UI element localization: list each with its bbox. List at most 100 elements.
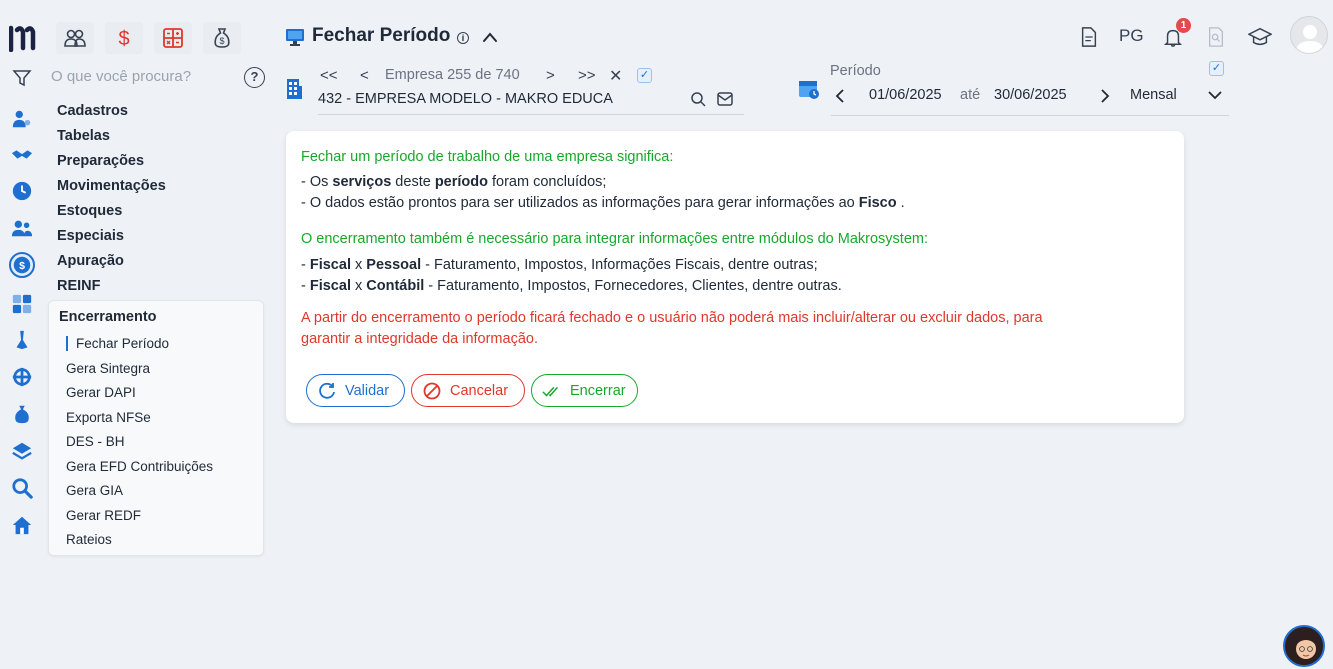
- graduation-cap-icon[interactable]: [1247, 25, 1273, 49]
- module-finance-button[interactable]: $: [105, 22, 143, 54]
- info-icon[interactable]: i: [457, 32, 469, 44]
- pen-tool-icon[interactable]: [9, 327, 35, 353]
- clock-icon[interactable]: [9, 178, 35, 204]
- chevron-down-icon[interactable]: [1207, 89, 1223, 101]
- sub-item-exporta-nfse[interactable]: Exporta NFSe: [66, 410, 151, 425]
- app-logo[interactable]: [9, 24, 37, 52]
- mail-icon[interactable]: [717, 92, 733, 106]
- menu-item-movimentacoes[interactable]: Movimentações: [57, 178, 166, 194]
- company-field[interactable]: 432 - EMPRESA MODELO - MAKRO EDUCA: [318, 91, 613, 107]
- people-outline-icon: [64, 29, 86, 47]
- submenu-title[interactable]: Encerramento: [59, 309, 157, 325]
- company-counter-label: Empresa: [385, 67, 444, 83]
- last-company-button[interactable]: >>: [578, 67, 596, 84]
- help-icon[interactable]: ?: [244, 67, 265, 88]
- people-icon[interactable]: [9, 215, 35, 241]
- monitor-icon: [286, 29, 304, 46]
- company-checkbox[interactable]: ✓: [637, 68, 652, 83]
- sub-item-gera-efd[interactable]: Gera EFD Contribuições: [66, 459, 213, 474]
- svg-text:$: $: [19, 260, 25, 272]
- company-underline: [318, 114, 744, 115]
- menu-item-tabelas[interactable]: Tabelas: [57, 128, 110, 144]
- encerrar-button[interactable]: Encerrar: [531, 374, 638, 407]
- handshake-icon[interactable]: [9, 142, 35, 168]
- search-icon[interactable]: [690, 91, 706, 107]
- sub-item-rateios[interactable]: Rateios: [66, 532, 112, 547]
- double-check-icon: [542, 386, 558, 397]
- sub-item-gera-sintegra[interactable]: Gera Sintegra: [66, 361, 150, 376]
- card-heading-2: O encerramento também é necessário para …: [301, 231, 929, 247]
- company-counter-total: 740: [495, 67, 520, 83]
- sub-item-gerar-dapi[interactable]: Gerar DAPI: [66, 385, 136, 400]
- chevron-up-icon[interactable]: [482, 30, 498, 44]
- users-config-icon[interactable]: [9, 106, 35, 132]
- next-company-button[interactable]: >: [546, 67, 555, 84]
- company-counter: Empresa 255 de 740: [385, 67, 520, 83]
- svg-text:$: $: [219, 36, 224, 46]
- icon-rail: $: [0, 0, 44, 669]
- period-start-input[interactable]: 01/06/2025: [869, 87, 942, 103]
- sub-item-gera-gia[interactable]: Gera GIA: [66, 483, 123, 498]
- card-line-3: - Fiscal x Pessoal - Faturamento, Impost…: [301, 257, 818, 273]
- assistant-avatar[interactable]: [1283, 625, 1325, 667]
- svg-text:$: $: [118, 28, 129, 50]
- sub-item-gerar-redf[interactable]: Gerar REDF: [66, 508, 141, 523]
- submenu-encerramento: Encerramento Fechar Período Gera Sintegr…: [48, 300, 264, 556]
- dollar-icon[interactable]: $: [9, 252, 35, 278]
- cancel-icon: [423, 382, 441, 399]
- document-icon[interactable]: [1078, 25, 1100, 49]
- filter-icon[interactable]: [12, 68, 32, 88]
- cancelar-button[interactable]: Cancelar: [411, 374, 525, 407]
- period-underline: [831, 115, 1229, 116]
- card-heading-1: Fechar um período de trabalho de uma emp…: [301, 149, 674, 165]
- info-card: Fechar um período de trabalho de uma emp…: [286, 131, 1184, 423]
- cancelar-label: Cancelar: [450, 382, 509, 399]
- period-label: Período: [830, 63, 881, 79]
- menu-item-especiais[interactable]: Especiais: [57, 228, 124, 244]
- spreadsheet-icon: [163, 28, 183, 48]
- money-bag-icon[interactable]: [9, 401, 35, 427]
- prev-period-icon[interactable]: [834, 88, 846, 104]
- card-line-2: - O dados estão prontos para ser utiliza…: [301, 195, 905, 211]
- card-line-1: - Os serviços deste período foram conclu…: [301, 174, 607, 190]
- page-title: Fechar Período: [312, 25, 451, 46]
- card-line-4: - Fiscal x Contábil - Faturamento, Impos…: [301, 278, 842, 294]
- period-end-input[interactable]: 30/06/2025: [994, 87, 1067, 103]
- sub-item-des-bh[interactable]: DES - BH: [66, 434, 125, 449]
- company-counter-current: 255: [447, 67, 472, 83]
- module-fiscal-button[interactable]: [154, 22, 192, 54]
- validar-label: Validar: [345, 382, 390, 399]
- clear-company-button[interactable]: ✕: [609, 66, 622, 86]
- module-people-button[interactable]: [56, 22, 94, 54]
- user-avatar[interactable]: [1290, 16, 1328, 54]
- sub-item-fechar-periodo[interactable]: Fechar Período: [66, 336, 169, 351]
- building-icon: [287, 79, 302, 99]
- next-period-icon[interactable]: [1099, 88, 1111, 104]
- layers-icon[interactable]: [9, 438, 35, 464]
- encerrar-label: Encerrar: [570, 382, 626, 399]
- menu-item-estoques[interactable]: Estoques: [57, 203, 122, 219]
- first-company-button[interactable]: <<: [320, 67, 338, 84]
- search-input[interactable]: O que você procura?: [51, 68, 191, 85]
- period-type-select[interactable]: Mensal: [1130, 87, 1177, 103]
- menu-item-apuracao[interactable]: Apuração: [57, 253, 124, 269]
- prev-company-button[interactable]: <: [360, 67, 369, 84]
- card-warning-line-2: garantir a integridade da informação.: [301, 331, 538, 347]
- refresh-icon: [319, 382, 335, 399]
- magnifier-icon[interactable]: [9, 475, 35, 501]
- network-icon[interactable]: [9, 364, 35, 390]
- notification-badge: 1: [1176, 18, 1191, 33]
- menu-item-cadastros[interactable]: Cadastros: [57, 103, 128, 119]
- validar-button[interactable]: Validar: [306, 374, 405, 407]
- menu-item-preparacoes[interactable]: Preparações: [57, 153, 144, 169]
- home-icon[interactable]: [9, 512, 35, 538]
- period-checkbox[interactable]: ✓: [1209, 61, 1224, 76]
- calculator-icon[interactable]: [9, 291, 35, 317]
- pg-button[interactable]: PG: [1119, 26, 1144, 46]
- card-warning-line-1: A partir do encerramento o período ficar…: [301, 310, 1043, 326]
- calendar-icon: [799, 81, 819, 99]
- menu-item-reinf[interactable]: REINF: [57, 278, 101, 294]
- document-search-icon[interactable]: [1205, 25, 1227, 49]
- dollar-sign-icon: $: [118, 28, 129, 50]
- module-money-button[interactable]: $: [203, 22, 241, 54]
